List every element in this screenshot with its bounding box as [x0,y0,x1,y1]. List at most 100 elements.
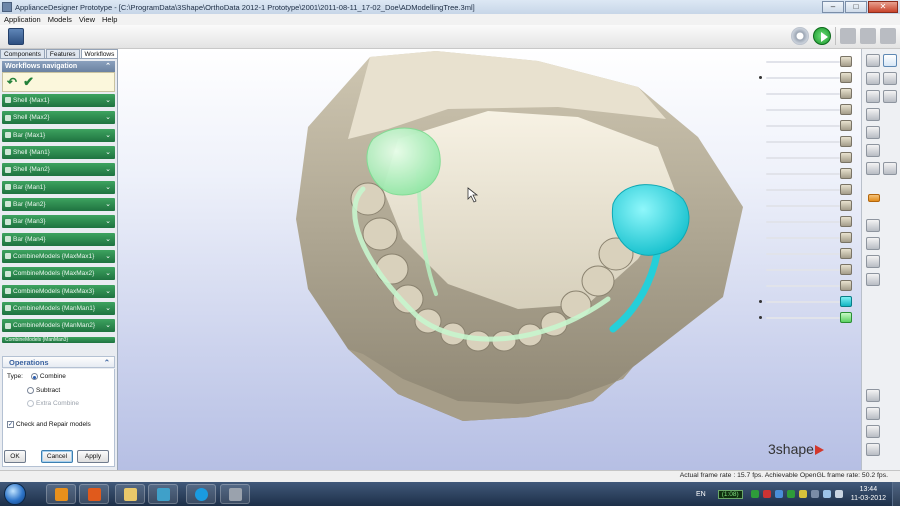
slider-track[interactable] [766,317,840,319]
visibility-slider[interactable] [754,135,859,147]
highlight-icon[interactable] [868,194,880,202]
visibility-slider[interactable] [754,215,859,227]
language-indicator[interactable]: EN [696,491,706,498]
view-back-icon[interactable] [866,108,880,121]
tray-icon-4[interactable] [786,490,795,498]
collapse-icon[interactable]: ⌃ [105,61,111,72]
dental-model-render[interactable] [118,49,861,470]
block-icon[interactable] [840,232,852,243]
slider-track[interactable] [766,141,840,143]
slider-track[interactable] [766,173,840,175]
combine-label[interactable]: Combine [40,373,66,380]
workflow-step[interactable]: Bar {Man3} ⌄ [2,215,115,229]
camera-icon[interactable] [866,255,880,268]
cross-section-icon[interactable] [866,162,880,175]
block-icon[interactable] [840,280,852,291]
paste-icon[interactable] [866,425,880,438]
apply-button[interactable]: Apply [77,450,109,463]
workflow-step[interactable]: Bar {Man2} ⌄ [2,198,115,212]
battery-indicator[interactable]: (1:08) [717,489,743,499]
frame-icon[interactable] [866,273,880,286]
combine-radio[interactable] [30,373,38,380]
clock[interactable]: 13:44 11-03-2012 [851,485,886,503]
workflow-step[interactable]: Shell {Man1} ⌄ [2,146,115,160]
maximize-button[interactable]: □ [845,1,867,13]
workflow-step[interactable]: CombineModels {MaxMax1} ⌄ [2,250,115,264]
close-button[interactable]: ✕ [868,1,898,13]
slider-track[interactable] [766,93,840,95]
tray-icon-2[interactable] [762,490,771,498]
view-top-icon[interactable] [866,72,880,85]
pen-icon[interactable] [866,237,880,250]
tooth-icon[interactable] [840,152,852,163]
measure-icon[interactable] [866,219,880,232]
slider-track[interactable] [766,189,840,191]
tray-icon-5[interactable] [798,490,807,498]
slider-track[interactable] [766,205,840,207]
workflow-step[interactable]: Shell {Max1} ⌄ [2,94,115,107]
workflow-step[interactable]: Bar {Max1} ⌄ [2,128,115,142]
block-icon[interactable] [840,184,852,195]
block-icon[interactable] [840,136,852,147]
tab-workflows[interactable]: Workflows [80,49,119,58]
tray-icon-1[interactable] [750,490,759,498]
upper-jaw-icon[interactable] [840,56,852,67]
copy-icon[interactable] [866,407,880,420]
visibility-slider[interactable] [754,183,859,195]
visibility-slider[interactable] [754,263,859,275]
block-icon[interactable] [840,120,852,131]
save-icon[interactable] [8,28,24,45]
slider-track[interactable] [766,269,840,271]
visibility-slider[interactable] [754,295,859,307]
slider-track[interactable] [766,301,840,303]
slider-track[interactable] [766,253,840,255]
subtract-radio[interactable] [27,387,34,394]
lower-jaw-icon[interactable] [840,72,852,83]
start-button[interactable] [4,483,26,505]
workflow-step[interactable]: CombineModels {ManMan1} ⌄ [2,302,115,316]
rotate-icon[interactable] [883,54,897,67]
slider-track[interactable] [766,285,840,287]
show-desktop-button[interactable] [892,482,900,506]
network-icon[interactable] [822,490,831,498]
pan-icon[interactable] [883,72,897,85]
visibility-slider[interactable] [754,87,859,99]
zoom-icon[interactable] [883,90,897,103]
visibility-slider[interactable] [754,311,859,323]
menu-view[interactable]: View [79,15,95,24]
check-repair-label[interactable]: Check and Repair models [16,421,91,428]
block-icon[interactable] [840,264,852,275]
visibility-slider[interactable] [754,231,859,243]
slider-track[interactable] [766,157,840,159]
visibility-slider[interactable] [754,103,859,115]
menu-help[interactable]: Help [102,15,117,24]
chevron-down-icon[interactable] [866,443,880,456]
view-side-icon[interactable] [866,90,880,103]
back-arrow-icon[interactable]: ↶ [7,75,17,89]
clipboard-icon[interactable] [866,389,880,402]
view-front-icon[interactable] [866,54,880,67]
workflow-step[interactable]: CombineModels {MaxMax2} ⌄ [2,267,115,281]
settings-icon[interactable] [791,27,809,45]
tooth-icon[interactable] [840,104,852,115]
visibility-slider[interactable] [754,55,859,67]
taskbar-outlook[interactable] [46,484,76,504]
workflow-step[interactable]: CombineModels {ManMan3} [2,336,115,343]
block-icon[interactable] [840,248,852,259]
slider-track[interactable] [766,125,840,127]
tooth-icon[interactable] [840,168,852,179]
check-repair-checkbox[interactable]: ✓ [7,421,14,428]
slider-track[interactable] [766,77,840,79]
visibility-slider[interactable] [754,151,859,163]
taskbar-media[interactable] [79,484,109,504]
cancel-button[interactable]: Cancel [41,450,73,463]
menu-models[interactable]: Models [48,15,72,24]
minimize-button[interactable]: – [822,1,844,13]
workflow-step[interactable]: CombineModels {ManMan2} ⌄ [2,319,115,333]
workflow-step[interactable]: Bar {Man4} ⌄ [2,232,115,246]
view-iso-icon[interactable] [866,144,880,157]
visibility-slider[interactable] [754,167,859,179]
taskbar-appliancedesigner[interactable] [220,484,250,504]
play-icon[interactable] [813,27,831,45]
tab-features[interactable]: Features [45,49,80,58]
